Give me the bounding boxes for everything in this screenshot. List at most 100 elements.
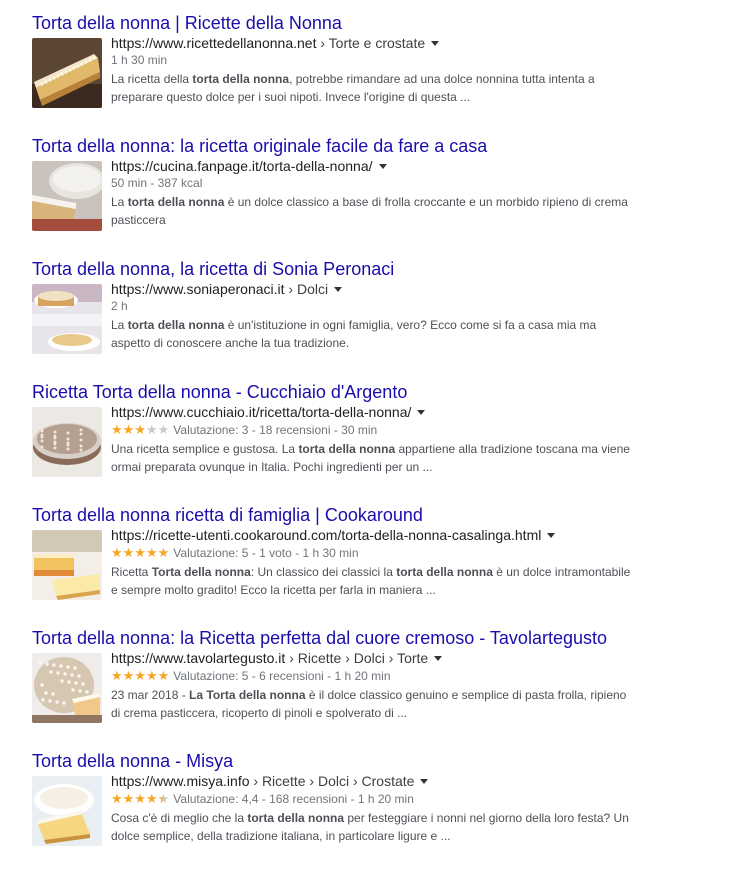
result-snippet: La torta della nonna è un dolce classico… bbox=[111, 193, 631, 229]
url-text: https://www.ricettedellanonna.net bbox=[111, 35, 317, 51]
snippet-text: La ricetta della bbox=[111, 72, 193, 86]
star-icon: ★ bbox=[134, 422, 146, 437]
star-icon: ★ bbox=[111, 545, 123, 560]
star-icon: ★ bbox=[157, 422, 170, 437]
result-meta: 2 h bbox=[111, 298, 631, 315]
chevron-down-icon[interactable] bbox=[334, 287, 343, 292]
result-meta: ★★★★★ Valutazione: 5 - 6 recensioni - 1 h… bbox=[111, 667, 631, 685]
rating-stars: ★★★★★ bbox=[111, 422, 169, 437]
result-meta: ★★★★★ Valutazione: 4,4 - 168 recensioni -… bbox=[111, 790, 631, 808]
search-result: Torta della nonna: la ricetta originale … bbox=[32, 135, 632, 237]
rating-stars: ★★★★★ bbox=[111, 545, 169, 560]
chevron-down-icon[interactable] bbox=[434, 656, 443, 661]
result-body: https://www.soniaperonaci.it › Dolci 2 h L… bbox=[32, 280, 632, 360]
snippet-text: Una ricetta semplice e gustosa. La bbox=[111, 442, 299, 456]
result-body: https://cucina.fanpage.it/torta-della-no… bbox=[32, 157, 632, 237]
result-meta: ★★★★★ Valutazione: 3 - 18 recensioni - 30… bbox=[111, 421, 631, 439]
meta-text: Valutazione: 5 - 6 recensioni - 1 h 20 m… bbox=[173, 669, 391, 683]
star-icon: ★ bbox=[122, 791, 135, 806]
result-title-link[interactable]: Torta della nonna: la Ricetta perfetta d… bbox=[32, 627, 632, 649]
result-url: https://cucina.fanpage.it/torta-della-no… bbox=[111, 157, 631, 175]
snippet-highlight: torta della nonna bbox=[247, 811, 345, 825]
snippet-text: 23 mar 2018 - bbox=[111, 688, 190, 702]
snippet-text: Ricetta bbox=[111, 565, 152, 579]
snippet-text: La bbox=[111, 318, 128, 332]
result-url: https://www.ricettedellanonna.net › Tort… bbox=[111, 34, 631, 52]
star-icon: ★ bbox=[134, 545, 146, 560]
result-meta: 1 h 30 min bbox=[111, 52, 631, 69]
search-result: Torta della nonna, la ricetta di Sonia P… bbox=[32, 258, 632, 360]
breadcrumb: › Ricette › Dolci › Crostate bbox=[249, 773, 415, 789]
result-thumbnail[interactable] bbox=[32, 653, 102, 723]
star-icon: ★ bbox=[145, 668, 158, 683]
result-title-link[interactable]: Torta della nonna - Misya bbox=[32, 750, 632, 772]
meta-text: Valutazione: 5 - 1 voto - 1 h 30 min bbox=[173, 546, 359, 560]
result-snippet: 23 mar 2018 - La Torta della nonna è il … bbox=[111, 686, 631, 722]
star-icon: ★ bbox=[122, 668, 135, 683]
result-info: https://www.ricettedellanonna.net › Tort… bbox=[111, 34, 631, 106]
star-icon: ★ bbox=[157, 791, 170, 806]
snippet-highlight: torta della nonna bbox=[298, 442, 396, 456]
rating-stars: ★★★★★ bbox=[111, 668, 169, 683]
star-icon: ★ bbox=[111, 668, 123, 683]
star-icon: ★ bbox=[111, 791, 123, 806]
result-title-link[interactable]: Torta della nonna: la ricetta originale … bbox=[32, 135, 632, 157]
url-text: https://www.soniaperonaci.it bbox=[111, 281, 285, 297]
result-thumbnail[interactable] bbox=[32, 161, 102, 231]
search-result: Torta della nonna: la Ricetta perfetta d… bbox=[32, 627, 632, 729]
star-icon: ★ bbox=[134, 791, 146, 806]
result-body: https://www.misya.info › Ricette › Dolci… bbox=[32, 772, 632, 852]
meta-text: Valutazione: 4,4 - 168 recensioni - 1 h … bbox=[173, 792, 414, 806]
search-result: Ricetta Torta della nonna - Cucchiaio d'… bbox=[32, 381, 632, 483]
result-body: https://www.tavolartegusto.it › Ricette … bbox=[32, 649, 632, 729]
result-snippet: Cosa c'è di meglio che la torta della no… bbox=[111, 809, 631, 845]
result-snippet: Una ricetta semplice e gustosa. La torta… bbox=[111, 440, 631, 476]
result-title-link[interactable]: Ricetta Torta della nonna - Cucchiaio d'… bbox=[32, 381, 632, 403]
result-url: https://www.misya.info › Ricette › Dolci… bbox=[111, 772, 631, 790]
snippet-text: La bbox=[111, 195, 128, 209]
result-title-link[interactable]: Torta della nonna ricetta di famiglia | … bbox=[32, 504, 632, 526]
meta-text: 1 h 30 min bbox=[111, 53, 168, 67]
star-icon: ★ bbox=[122, 545, 135, 560]
result-title-link[interactable]: Torta della nonna | Ricette della Nonna bbox=[32, 12, 632, 34]
snippet-text: : Un classico dei classici la bbox=[250, 565, 397, 579]
star-icon: ★ bbox=[134, 668, 146, 683]
meta-text: 2 h bbox=[111, 299, 128, 313]
result-thumbnail[interactable] bbox=[32, 530, 102, 600]
result-thumbnail[interactable] bbox=[32, 284, 102, 354]
result-url: https://www.cucchiaio.it/ricetta/torta-d… bbox=[111, 403, 631, 421]
snippet-highlight: torta della nonna bbox=[127, 195, 225, 209]
search-result: Torta della nonna ricetta di famiglia | … bbox=[32, 504, 632, 606]
result-thumbnail[interactable] bbox=[32, 407, 102, 477]
chevron-down-icon[interactable] bbox=[417, 410, 426, 415]
snippet-highlight: Torta della nonna bbox=[151, 565, 251, 579]
star-icon: ★ bbox=[145, 422, 158, 437]
url-text: https://www.misya.info bbox=[111, 773, 250, 789]
result-info: https://www.soniaperonaci.it › Dolci 2 h L… bbox=[111, 280, 631, 352]
snippet-highlight: La Torta della nonna bbox=[189, 688, 306, 702]
chevron-down-icon[interactable] bbox=[378, 164, 387, 169]
breadcrumb: › Ricette › Dolci › Torte bbox=[285, 650, 429, 666]
search-result: Torta della nonna - Misya https://www.mis… bbox=[32, 750, 632, 852]
rating-stars: ★★★★★ bbox=[111, 791, 169, 806]
chevron-down-icon[interactable] bbox=[431, 41, 440, 46]
snippet-highlight: torta della nonna bbox=[396, 565, 493, 579]
result-snippet: La ricetta della torta della nonna, potr… bbox=[111, 70, 631, 106]
chevron-down-icon[interactable] bbox=[547, 533, 556, 538]
snippet-highlight: torta della nonna bbox=[127, 318, 225, 332]
result-thumbnail[interactable] bbox=[32, 776, 102, 846]
star-icon: ★ bbox=[111, 422, 123, 437]
breadcrumb: › Dolci bbox=[284, 281, 329, 297]
result-title-link[interactable]: Torta della nonna, la ricetta di Sonia P… bbox=[32, 258, 632, 280]
search-result: Torta della nonna | Ricette della Nonna h… bbox=[32, 12, 632, 114]
result-info: https://www.tavolartegusto.it › Ricette … bbox=[111, 649, 631, 722]
url-text: https://cucina.fanpage.it/torta-della-no… bbox=[111, 158, 373, 174]
url-text: https://ricette-utenti.cookaround.com/to… bbox=[111, 527, 542, 543]
url-text: https://www.tavolartegusto.it bbox=[111, 650, 286, 666]
chevron-down-icon[interactable] bbox=[420, 779, 429, 784]
result-info: https://ricette-utenti.cookaround.com/to… bbox=[111, 526, 631, 599]
result-thumbnail[interactable] bbox=[32, 38, 102, 108]
result-body: https://www.ricettedellanonna.net › Tort… bbox=[32, 34, 632, 114]
snippet-text: Cosa c'è di meglio che la bbox=[111, 811, 248, 825]
meta-text: 50 min - 387 kcal bbox=[111, 176, 203, 190]
